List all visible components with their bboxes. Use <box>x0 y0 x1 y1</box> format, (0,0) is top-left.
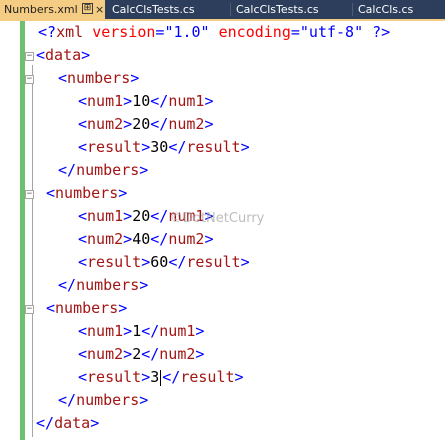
tab-numbers-xml[interactable]: Numbers.xml ⊞ × <box>0 0 105 19</box>
watermark-text: ©DotNetCurry <box>170 211 265 226</box>
code-line-result: <result>3 </result> <box>78 368 244 386</box>
tab-calccls-cs[interactable]: CalcCls.cs <box>358 0 445 19</box>
code-line-declaration: <?xml version="1.0" encoding="utf-8" ?> <box>38 23 391 41</box>
code-line-num2: <num2>20</num2> <box>78 115 214 133</box>
tab-divider <box>352 3 353 16</box>
code-editor[interactable]: − − − − <?xml version="1.0" encoding="ut… <box>0 21 445 448</box>
code-line-numbers-close: </numbers> <box>58 276 149 294</box>
code-line-data-close: </data> <box>36 414 100 432</box>
code-line-data-open: <data> <box>36 46 91 64</box>
code-line-numbers-close: </numbers> <box>58 391 149 409</box>
code-line-num1: <num1>1</num1> <box>78 322 205 340</box>
tab-label: CalcCls.cs <box>358 3 414 16</box>
code-line-numbers-open: <numbers> <box>46 299 128 317</box>
tab-label: Numbers.xml <box>4 3 78 16</box>
tab-calcclstests-cs-2[interactable]: CalcClsTests.cs <box>236 0 346 19</box>
document-tab-strip: Numbers.xml ⊞ × CalcClsTests.cs CalcClsT… <box>0 0 445 19</box>
code-line-numbers-open: <numbers> <box>46 184 128 202</box>
collapse-data-icon[interactable]: − <box>25 52 34 61</box>
code-line-numbers-close: </numbers> <box>58 161 149 179</box>
code-line-num2: <num2>2</num2> <box>78 345 205 363</box>
tab-calcclstests-cs[interactable]: CalcClsTests.cs <box>112 0 222 19</box>
tab-label: CalcClsTests.cs <box>112 3 195 16</box>
collapse-numbers-icon[interactable]: − <box>25 305 34 314</box>
code-line-num2: <num2>40</num2> <box>78 230 214 248</box>
close-icon[interactable]: × <box>95 0 104 19</box>
code-line-result: <result>30</result> <box>78 138 250 156</box>
pin-icon[interactable]: ⊞ <box>82 3 93 14</box>
code-line-result: <result>60</result> <box>78 253 250 271</box>
code-line-num1: <num1>10</num1> <box>78 92 214 110</box>
tab-divider <box>230 3 231 16</box>
collapse-numbers-icon[interactable]: − <box>25 190 34 199</box>
tab-label: CalcClsTests.cs <box>236 3 319 16</box>
collapse-numbers-icon[interactable]: − <box>25 75 34 84</box>
outline-guide <box>32 65 33 437</box>
code-line-numbers-open: <numbers> <box>58 69 140 87</box>
